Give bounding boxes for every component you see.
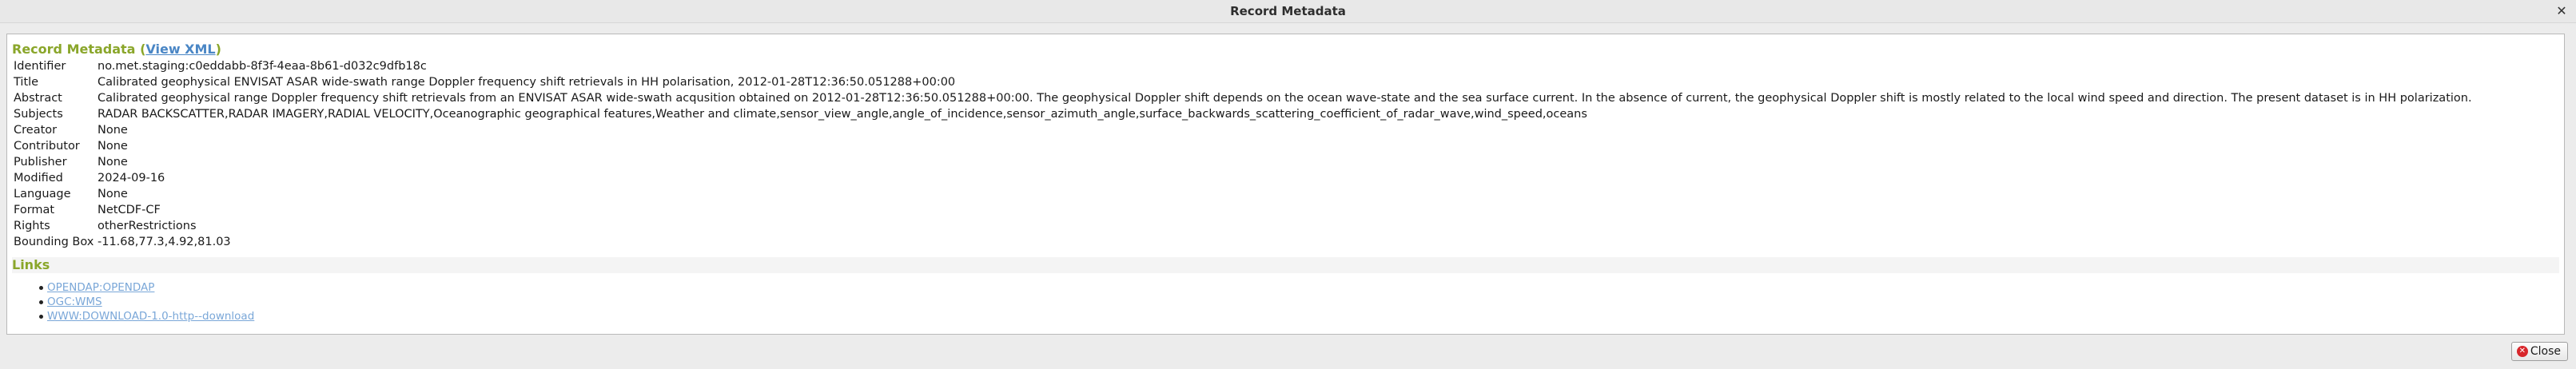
- table-row: Creator None: [12, 122, 2472, 138]
- field-value: 2024-09-16: [98, 172, 165, 184]
- field-key: Language: [14, 188, 71, 200]
- dialog-titlebar: Record Metadata ✕: [0, 0, 2576, 23]
- metadata-table: Identifier no.met.staging:c0eddabb-8f3f-4…: [12, 58, 2472, 250]
- table-row: Modified 2024-09-16: [12, 170, 2472, 186]
- record-metadata-dialog: Record Metadata ✕ Record Metadata (View …: [0, 0, 2576, 369]
- field-value: None: [98, 124, 128, 137]
- view-xml-paren-close: ): [215, 42, 221, 57]
- table-row: Abstract Calibrated geophysical range Dop…: [12, 90, 2472, 106]
- close-button-label: Close: [2530, 345, 2561, 358]
- link-ogc-wms[interactable]: OGC:WMS: [47, 296, 102, 308]
- table-row: Language None: [12, 186, 2472, 202]
- close-circle-icon: ✕: [2516, 346, 2528, 357]
- titlebar-close-icon[interactable]: ✕: [2554, 3, 2570, 19]
- table-row: Title Calibrated geophysical ENVISAT ASAR…: [12, 74, 2472, 90]
- record-metadata-heading: Record Metadata (View XML): [12, 42, 2559, 58]
- close-button[interactable]: ✕ Close: [2510, 342, 2568, 361]
- dialog-title: Record Metadata: [1230, 4, 1346, 18]
- field-key: Identifier: [14, 60, 66, 73]
- table-row: Contributor None: [12, 138, 2472, 154]
- field-value: -11.68,77.3,4.92,81.03: [98, 236, 231, 248]
- metadata-panel: Record Metadata (View XML) Identifier no.…: [6, 34, 2565, 335]
- field-key: Modified: [14, 172, 63, 184]
- list-item: OPENDAP:OPENDAP: [39, 280, 2559, 295]
- list-item: OGC:WMS: [39, 295, 2559, 309]
- field-value: None: [98, 156, 128, 169]
- view-xml-link[interactable]: View XML: [145, 42, 215, 57]
- field-key: Abstract: [14, 92, 62, 105]
- record-metadata-heading-text: Record Metadata: [12, 42, 136, 57]
- field-key: Rights: [14, 220, 50, 232]
- field-key: Bounding Box: [14, 236, 94, 248]
- links-heading: Links: [12, 257, 2559, 273]
- field-value: None: [98, 140, 128, 153]
- field-key: Title: [14, 76, 39, 89]
- table-row: Rights otherRestrictions: [12, 218, 2472, 234]
- list-item: WWW:DOWNLOAD-1.0-http--download: [39, 309, 2559, 323]
- field-key: Subjects: [14, 108, 63, 121]
- table-row: Format NetCDF-CF: [12, 202, 2472, 218]
- table-row: Identifier no.met.staging:c0eddabb-8f3f-4…: [12, 58, 2472, 74]
- table-row: Bounding Box -11.68,77.3,4.92,81.03: [12, 234, 2472, 250]
- links-list: OPENDAP:OPENDAP OGC:WMS WWW:DOWNLOAD-1.0…: [12, 280, 2559, 323]
- field-value: RADAR BACKSCATTER,RADAR IMAGERY,RADIAL V…: [98, 108, 1587, 121]
- field-value: otherRestrictions: [98, 220, 197, 232]
- field-key: Creator: [14, 124, 58, 137]
- table-row: Subjects RADAR BACKSCATTER,RADAR IMAGERY,…: [12, 106, 2472, 122]
- link-opendap[interactable]: OPENDAP:OPENDAP: [47, 281, 154, 294]
- field-key: Format: [14, 204, 55, 216]
- field-value: Calibrated geophysical range Doppler fre…: [98, 92, 2472, 105]
- field-value: NetCDF-CF: [98, 204, 161, 216]
- table-row: Publisher None: [12, 154, 2472, 170]
- link-www-download[interactable]: WWW:DOWNLOAD-1.0-http--download: [47, 310, 254, 323]
- field-key: Publisher: [14, 156, 67, 169]
- field-value: Calibrated geophysical ENVISAT ASAR wide…: [98, 76, 956, 89]
- field-value: no.met.staging:c0eddabb-8f3f-4eaa-8b61-d…: [98, 60, 427, 73]
- field-value: None: [98, 188, 128, 200]
- field-key: Contributor: [14, 140, 80, 153]
